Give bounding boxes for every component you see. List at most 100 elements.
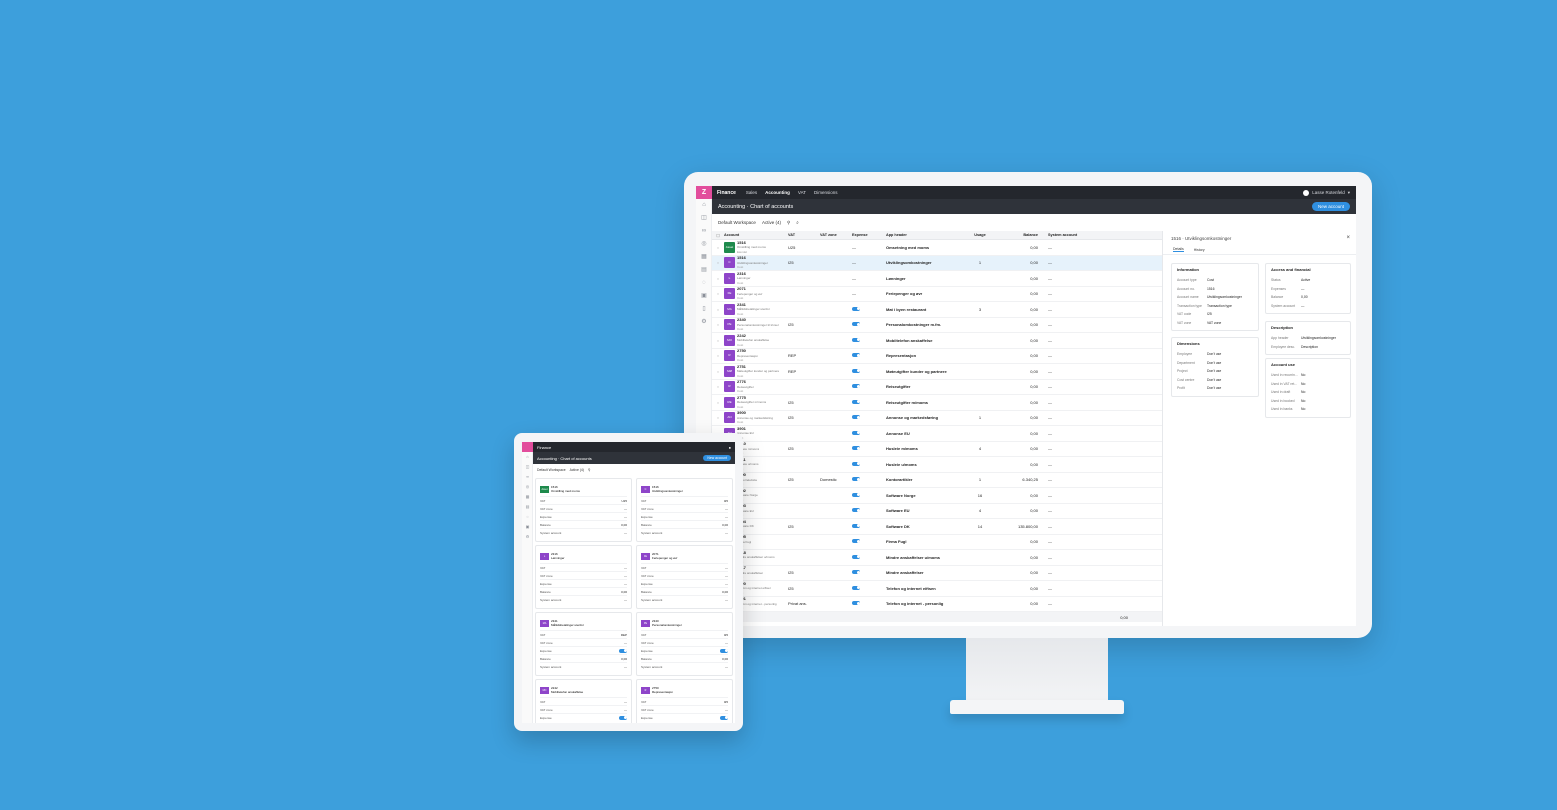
header-vat[interactable]: VAT	[788, 233, 820, 237]
row-checkbox[interactable]: ○	[712, 291, 724, 296]
account-card[interactable]: MO 2242 Mobiltelefon anskaffelse VAT — VAT zo…	[535, 679, 632, 723]
link-icon[interactable]: ∞	[522, 472, 533, 482]
table-row[interactable]: ○ MO 2242 Mobiltelefon anskaffelse Cost Mobil…	[712, 333, 1162, 349]
expense-toggle[interactable]	[852, 570, 860, 575]
settings-icon[interactable]: ⚙	[522, 532, 533, 542]
document-icon[interactable]: ▤	[696, 264, 712, 277]
account-card[interactable]: Asset 1516 Omstilling med moms VAT U25 VAT zo…	[535, 478, 632, 542]
tab-history[interactable]: History	[1194, 248, 1205, 252]
row-checkbox[interactable]: ○	[712, 369, 724, 374]
table-row[interactable]: ○ MA 2341 Måltidsbetalinger utenfor Cost Mat …	[712, 302, 1162, 318]
account-card[interactable]: MA 2341 Måltidsbetalinger utenfor VAT REP VAT…	[535, 612, 632, 676]
bookmark-icon[interactable]: ▯	[696, 303, 712, 316]
header-expense[interactable]: Expense	[852, 233, 886, 237]
account-card[interactable]: PE 2340 Personalomkostninger VAT I25 VAT zone…	[636, 612, 733, 676]
row-checkbox[interactable]: ○	[712, 307, 724, 312]
table-row[interactable]: ○ PE 2340 Personalomkostninger til trivsel C…	[712, 318, 1162, 333]
expense-toggle[interactable]	[852, 353, 860, 358]
row-checkbox[interactable]: ○	[712, 260, 724, 265]
table-row[interactable]: ○AN3901Annonse EUCostAnnonse EU0,00—	[712, 426, 1162, 442]
filter-select[interactable]: Active (4)	[762, 220, 781, 225]
table-row[interactable]: ○ MØ 2751 Møteutgifter kunder og partnere Co…	[712, 364, 1162, 380]
account-card[interactable]: FE 2071 Feriepenger og øvr VAT — VAT zone — Exp…	[636, 545, 733, 609]
account-card[interactable]: R 2750 Representasjon VAT I25 VAT zone — Expens…	[636, 679, 733, 723]
workspace-select[interactable]: Default Workspace	[718, 220, 756, 225]
expense-toggle[interactable]	[852, 601, 860, 606]
expense-toggle[interactable]	[852, 430, 860, 435]
new-account-button[interactable]: New account	[1311, 202, 1350, 211]
header-system-account[interactable]: System account	[1042, 233, 1082, 237]
expense-toggle[interactable]	[852, 461, 860, 466]
tab-details[interactable]: Details	[1173, 247, 1184, 252]
account-card[interactable]: C 1516 Utviklingsomkostninger VAT I25 VAT zon…	[636, 478, 733, 542]
expense-toggle[interactable]	[720, 648, 728, 653]
expense-toggle[interactable]	[852, 539, 860, 544]
row-checkbox[interactable]: ○	[712, 415, 724, 420]
accounting-icon[interactable]: ◎	[522, 482, 533, 492]
expense-toggle[interactable]	[619, 715, 627, 720]
table-row[interactable]: ○SO3604Software DKCostI25Software DK1413…	[712, 519, 1162, 535]
nav-sales[interactable]: Sales	[742, 190, 761, 195]
table-row[interactable]: ○MI3617Mindre anskaffelserCostI25Mindre …	[712, 566, 1162, 581]
table-row[interactable]: ○SO3602Software NorgeCostSoftware Norge1…	[712, 488, 1162, 504]
row-checkbox[interactable]: ○	[712, 400, 724, 405]
report-icon[interactable]: ▣	[522, 522, 533, 532]
expense-toggle[interactable]	[852, 368, 860, 373]
nav-accounting[interactable]: Accounting	[761, 190, 794, 195]
header-usage[interactable]: Usage	[960, 233, 1000, 237]
search-icon[interactable]: ⌕	[796, 220, 799, 225]
expense-toggle[interactable]	[852, 384, 860, 389]
expense-toggle[interactable]	[852, 415, 860, 420]
table-row[interactable]: ○FI3605Firma FuglCostFirma Fugl0,00—	[712, 535, 1162, 550]
filter-icon[interactable]: ⚲	[588, 468, 590, 472]
calendar-icon[interactable]: ▦	[522, 492, 533, 502]
expense-toggle[interactable]	[852, 322, 860, 327]
table-row[interactable]: ○ AN 3900 Annonse og markedsføring Cost I25 An…	[712, 411, 1162, 426]
home-icon[interactable]: ⌂	[696, 199, 712, 212]
header-vat-zone[interactable]: VAT zone	[820, 233, 852, 237]
table-row[interactable]: ○ R 2776 Reiseutgifter Cost Reiseutgifter 0,00…	[712, 380, 1162, 395]
expense-toggle[interactable]	[852, 492, 860, 497]
app-logo[interactable]	[522, 442, 533, 452]
row-checkbox[interactable]: ○	[712, 353, 724, 358]
row-checkbox[interactable]: ○	[712, 338, 724, 343]
close-icon[interactable]: ×	[1346, 235, 1356, 241]
chat-icon[interactable]: ◌	[696, 277, 712, 290]
account-card[interactable]: L 2316 Lønninger VAT — VAT zone — Expense — Balan…	[535, 545, 632, 609]
table-row[interactable]: ○ L 2316 Lønninger Cost — Lønninger 0,00 —	[712, 271, 1162, 287]
expense-toggle[interactable]	[852, 306, 860, 311]
header-balance[interactable]: Balance	[1000, 233, 1042, 237]
chat-icon[interactable]: ◌	[522, 512, 533, 522]
header-app-header[interactable]: App header	[886, 233, 960, 237]
report-icon[interactable]: ▣	[696, 290, 712, 303]
table-row[interactable]: ○ Asset 1516 Omstilling med moms Eiendel U25—…	[712, 240, 1162, 256]
expense-toggle[interactable]	[852, 585, 860, 590]
avatar[interactable]: ●	[729, 445, 735, 450]
expense-toggle[interactable]	[852, 554, 860, 559]
settings-icon[interactable]: ⚙	[696, 316, 712, 329]
expense-toggle[interactable]	[619, 648, 627, 653]
expense-toggle[interactable]	[852, 446, 860, 451]
accounting-icon[interactable]: ◎	[696, 238, 712, 251]
filter-select[interactable]: Active (4)	[570, 468, 584, 472]
expense-toggle[interactable]	[852, 337, 860, 342]
table-row[interactable]: ○HU3611Husleie u/momsCostHusleie u/moms0…	[712, 457, 1162, 473]
row-checkbox[interactable]: ○	[712, 245, 724, 250]
table-row[interactable]: ○SO3603Software EUCostSoftware EU40,00—	[712, 504, 1162, 519]
expense-toggle[interactable]	[720, 715, 728, 720]
expense-toggle[interactable]	[852, 508, 860, 513]
nav-vat[interactable]: VAT	[794, 190, 810, 195]
cart-icon[interactable]: ◫	[522, 462, 533, 472]
select-all-checkbox[interactable]: ☐	[712, 233, 724, 238]
table-row[interactable]: ○ R 2750 Representasjon Cost REP Representasjo…	[712, 349, 1162, 364]
table-row[interactable]: ○ RE 2775 Reiseutgifter m/moms Cost I25 Reiseu…	[712, 395, 1162, 411]
cart-icon[interactable]: ◫	[696, 212, 712, 225]
filter-icon[interactable]: ⚲	[787, 220, 790, 226]
new-account-button[interactable]: New account	[703, 455, 731, 461]
table-row[interactable]: ○ C 1516 Utviklingsomkostninger Cost I25— Utvi…	[712, 255, 1162, 271]
document-icon[interactable]: ▤	[522, 502, 533, 512]
calendar-icon[interactable]: ▦	[696, 251, 712, 264]
app-logo[interactable]: Z	[696, 186, 712, 199]
expense-toggle[interactable]	[852, 477, 860, 482]
table-row[interactable]: ○KO3600KontorrekvisitaCostI25DomesticKon…	[712, 473, 1162, 488]
